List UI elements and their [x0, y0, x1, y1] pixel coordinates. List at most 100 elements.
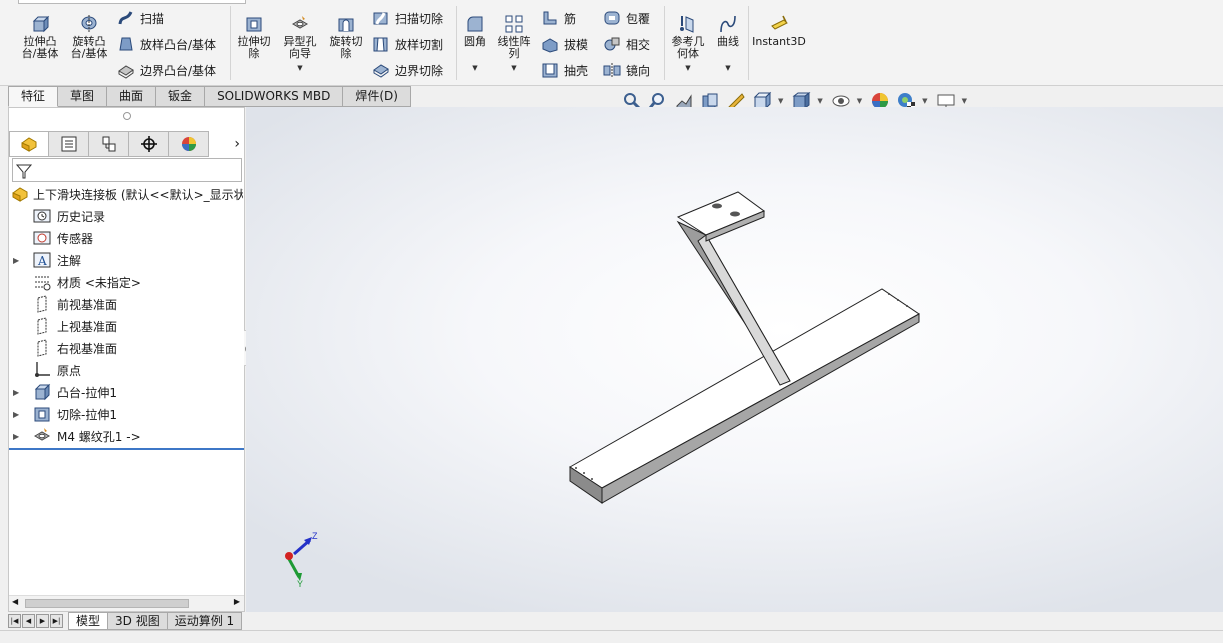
- coordinate-triad: Z Y: [285, 531, 318, 589]
- extrude-cut-button[interactable]: 拉伸切 除: [234, 14, 274, 60]
- tab-weldments[interactable]: 焊件(D): [343, 86, 411, 107]
- tree-filter[interactable]: [12, 158, 242, 182]
- panel-grip-icon[interactable]: [123, 112, 131, 120]
- scrollbar-thumb[interactable]: [25, 599, 189, 608]
- scroll-left-icon[interactable]: ◀: [12, 597, 18, 606]
- loft-boss-label: 放样凸台/基体: [140, 37, 217, 52]
- sweep-button[interactable]: 扫描: [117, 9, 164, 27]
- rib-button[interactable]: 筋: [541, 9, 576, 27]
- tree-item-origin[interactable]: 原点: [33, 360, 81, 380]
- sweep-cut-button[interactable]: 扫描切除: [372, 9, 443, 27]
- loft-boss-icon: [119, 37, 133, 51]
- part-model[interactable]: Z Y: [246, 107, 1223, 612]
- boundary-boss-icon: [118, 65, 134, 79]
- fillet-button[interactable]: 圆角 ▼: [460, 14, 490, 74]
- display-style-dropdown-icon[interactable]: ▼: [817, 97, 822, 105]
- revolve-cut-button[interactable]: 旋转切 除: [325, 14, 367, 60]
- sweep-icon: [118, 11, 133, 25]
- tree-horizontal-scrollbar[interactable]: ◀ ▶: [9, 595, 244, 611]
- hole-marker-icon: [575, 467, 577, 469]
- next-tab-icon[interactable]: ▶: [36, 614, 49, 628]
- first-tab-icon[interactable]: |◀: [8, 614, 21, 628]
- wrap-icon: [604, 11, 620, 25]
- rollback-bar[interactable]: [9, 448, 244, 450]
- scroll-right-icon[interactable]: ▶: [234, 597, 240, 606]
- mirror-label: 镜向: [626, 63, 651, 78]
- wrap-label: 包覆: [626, 11, 651, 26]
- graphics-area[interactable]: Z Y: [246, 107, 1223, 612]
- tab-model[interactable]: 模型: [68, 612, 109, 630]
- loft-cut-button[interactable]: 放样切割: [372, 35, 443, 53]
- curves-button[interactable]: 曲线 ▼: [712, 14, 744, 74]
- tab-configurationmanager[interactable]: [89, 131, 129, 157]
- tab-surfaces[interactable]: 曲面: [107, 86, 157, 107]
- prev-tab-icon[interactable]: ◀: [22, 614, 35, 628]
- linear-pattern-button[interactable]: 线性阵 列 ▼: [494, 14, 534, 74]
- tree-item-m4-tapped-hole1[interactable]: ▶ M4 螺纹孔1 ->: [13, 426, 141, 446]
- instant3d-icon: [771, 15, 788, 30]
- wrap-button[interactable]: 包覆: [603, 9, 650, 27]
- mirror-button[interactable]: 镜向: [603, 61, 650, 79]
- tree-item-history[interactable]: 历史记录: [33, 206, 105, 226]
- tab-mbd[interactable]: SOLIDWORKS MBD: [205, 86, 344, 107]
- hole-wizard-dropdown-icon[interactable]: ▼: [297, 62, 302, 74]
- expand-arrow-icon[interactable]: ▶: [13, 410, 19, 419]
- panel-more-icon[interactable]: ›: [234, 132, 240, 156]
- extrude-boss-button[interactable]: 拉伸凸 台/基体: [18, 14, 62, 60]
- revolve-boss-label: 旋转凸 台/基体: [70, 35, 108, 60]
- ribbon-top-strip: [18, 0, 246, 4]
- tab-sheet-metal[interactable]: 钣金: [156, 86, 206, 107]
- curves-label: 曲线: [717, 35, 739, 48]
- tree-item-sensors[interactable]: 传感器: [33, 228, 93, 248]
- tab-sketch[interactable]: 草图: [58, 86, 108, 107]
- tab-propertymanager[interactable]: [49, 131, 89, 157]
- tab-motion-study[interactable]: 运动算例 1: [167, 612, 243, 630]
- boundary-boss-button[interactable]: 边界凸台/基体: [117, 61, 216, 79]
- intersect-button[interactable]: 相交: [603, 35, 650, 53]
- last-tab-icon[interactable]: ▶|: [50, 614, 63, 628]
- hole-wizard-button[interactable]: 异型孔 向导 ▼: [279, 14, 321, 74]
- tree-item-right-plane[interactable]: 右视基准面: [33, 338, 117, 358]
- tree-item-annotations[interactable]: ▶ A 注解: [13, 250, 81, 270]
- boundary-cut-label: 边界切除: [395, 63, 444, 78]
- reference-geometry-dropdown-icon[interactable]: ▼: [685, 62, 690, 74]
- curves-dropdown-icon[interactable]: ▼: [725, 62, 730, 74]
- view-settings-dropdown-icon[interactable]: ▼: [962, 97, 967, 105]
- tab-features[interactable]: 特征: [8, 86, 59, 107]
- linear-pattern-dropdown-icon[interactable]: ▼: [511, 62, 516, 74]
- tree-item-material[interactable]: 材质 <未指定>: [33, 272, 141, 292]
- linear-pattern-label: 线性阵 列: [497, 35, 531, 60]
- hide-show-dropdown-icon[interactable]: ▼: [857, 97, 862, 105]
- reference-geometry-button[interactable]: 参考几 何体 ▼: [668, 14, 708, 74]
- annotations-icon: A: [33, 252, 51, 268]
- expand-arrow-icon[interactable]: ▶: [13, 256, 19, 265]
- loft-boss-button[interactable]: 放样凸台/基体: [117, 35, 216, 53]
- view-orientation-dropdown-icon[interactable]: ▼: [778, 97, 783, 105]
- shell-button[interactable]: 抽壳: [541, 61, 588, 79]
- linear-pattern-icon: [505, 15, 523, 33]
- revolve-boss-button[interactable]: 旋转凸 台/基体: [67, 14, 111, 60]
- tree-item-label: 右视基准面: [57, 341, 118, 356]
- tree-root-part[interactable]: 上下滑块连接板 (默认<<默认>_显示状: [11, 184, 243, 204]
- expand-arrow-icon[interactable]: ▶: [13, 432, 19, 441]
- tree-item-front-plane[interactable]: 前视基准面: [33, 294, 117, 314]
- draft-button[interactable]: 拔模: [541, 35, 588, 53]
- apply-scene-dropdown-icon[interactable]: ▼: [922, 97, 927, 105]
- tab-featuremanager[interactable]: [9, 131, 49, 157]
- tree-item-boss-extrude1[interactable]: ▶ 凸台-拉伸1: [13, 382, 117, 402]
- tab-3d-views[interactable]: 3D 视图: [108, 612, 168, 630]
- expand-arrow-icon[interactable]: ▶: [13, 388, 19, 397]
- tree-item-cut-extrude1[interactable]: ▶ 切除-拉伸1: [13, 404, 117, 424]
- command-manager-ribbon: 拉伸凸 台/基体 旋转凸 台/基体 扫描 放样凸台/基体 边界凸台/基体 拉伸切…: [0, 0, 1223, 86]
- sensors-icon: [33, 231, 51, 245]
- sweep-cut-label: 扫描切除: [395, 11, 444, 26]
- fillet-dropdown-icon[interactable]: ▼: [472, 62, 477, 74]
- instant3d-button[interactable]: Instant3D: [752, 14, 806, 48]
- ribbon-separator: [748, 6, 749, 80]
- instant3d-label: Instant3D: [752, 35, 806, 48]
- tab-dimxpertmanager[interactable]: [129, 131, 169, 157]
- boundary-cut-button[interactable]: 边界切除: [372, 61, 443, 79]
- tab-displaymanager[interactable]: [169, 131, 209, 157]
- intersect-label: 相交: [626, 37, 651, 52]
- tree-item-top-plane[interactable]: 上视基准面: [33, 316, 117, 336]
